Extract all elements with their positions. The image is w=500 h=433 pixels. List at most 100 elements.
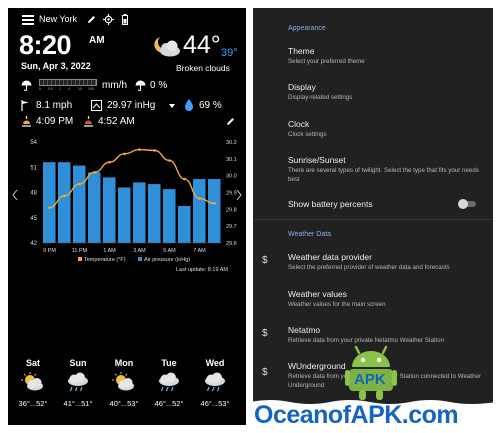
- temperature-point: [138, 148, 141, 151]
- temperature-point: [48, 206, 51, 209]
- forecast-day-wed: Wed: [205, 358, 225, 368]
- forecast-day-tue: Tue: [161, 358, 177, 368]
- last-update: Last update: 8:19 AM: [176, 267, 228, 273]
- pressure-bar: [208, 179, 221, 243]
- x-tick-label: 11 PM: [72, 248, 88, 254]
- location-label[interactable]: New York: [39, 14, 77, 24]
- setting-provider-title: Weather data provider: [288, 252, 372, 262]
- forecast-day-sat: Sat: [25, 358, 40, 368]
- legend-swatch-pressure: [138, 257, 142, 261]
- y-left-tick: 45: [30, 216, 37, 222]
- forecast-temps: 40°...53°: [109, 399, 139, 408]
- humidity-icon: [185, 99, 193, 111]
- precip-scale: 0 0.5 1 4 10 100: [39, 79, 97, 93]
- setting-netatmo-sub: Retrieve data from your private Netatmo …: [288, 337, 445, 344]
- section-divider: [253, 219, 493, 220]
- precip-scale-4: 10: [78, 87, 82, 91]
- partly-sunny-icon: [112, 372, 134, 391]
- clock-time: 8:20: [19, 30, 72, 60]
- legend-swatch-temperature: [78, 257, 82, 261]
- rain-chance-icon: [135, 80, 146, 91]
- y-right-tick: 30.2: [226, 140, 237, 146]
- setting-clock-sub: Clock settings: [288, 131, 327, 138]
- y-right-tick: 30.0: [226, 174, 237, 180]
- umbrella-icon: [21, 80, 32, 91]
- weather-app-panel: New York 8:20 AM Sun, Apr 3, 2022 44° 39…: [8, 8, 246, 425]
- dollar-icon: $: [262, 328, 268, 339]
- setting-wunderground-title: WUnderground: [288, 361, 346, 371]
- temperature-point: [123, 152, 126, 156]
- y-right-tick: 29.9: [226, 191, 237, 197]
- legend-label-temperature: Temperature (°F): [84, 257, 126, 263]
- setting-sunrise-sunset-title: Sunrise/Sunset: [288, 155, 346, 165]
- temperature-point: [168, 159, 171, 162]
- y-right-tick: 29.6: [226, 241, 237, 247]
- pressure-bar: [163, 189, 176, 243]
- pressure-bar: [148, 184, 161, 243]
- y-left-tick: 51: [30, 165, 37, 171]
- x-tick-label: 1 AM: [103, 248, 116, 254]
- x-tick-label: 3 AM: [133, 248, 146, 254]
- precip-scale-1: 0.5: [48, 87, 53, 91]
- hourly-chart[interactable]: 42 45 48 51 54 29.6 29.7 29.8 29.9 30.0 30.1 30.2 9 …: [8, 132, 246, 278]
- x-tick-label: 5 AM: [163, 248, 176, 254]
- forecast-strip: Sat 36°...52° Sun 41°...51° Mon 40°...53° Tue 4…: [8, 358, 246, 418]
- chart-next-arrow: [236, 189, 242, 201]
- temperature[interactable]: 44°: [183, 31, 221, 60]
- setting-battery-title: Show battery percents: [288, 199, 373, 209]
- wind-icon: [21, 100, 29, 111]
- gps-icon[interactable]: [103, 14, 114, 25]
- pressure: 29.97 inHg: [107, 100, 156, 111]
- y-right-tick: 30.1: [226, 157, 237, 163]
- forecast-temps: 46°...52°: [154, 399, 184, 408]
- setting-values-sub: Weather values for the main screen: [288, 301, 386, 308]
- pressure-bar: [43, 162, 56, 243]
- wind-speed: 8.1 mph: [36, 100, 73, 111]
- edit-location-icon[interactable]: [87, 15, 96, 24]
- temperature-point: [213, 202, 216, 205]
- apk-badge: APK: [354, 371, 386, 388]
- feels-like: 39°: [221, 47, 238, 59]
- forecast-temps: 36°...52°: [18, 399, 48, 408]
- y-left-tick: 42: [30, 241, 37, 247]
- cloud-rain-icon: [159, 372, 179, 392]
- precip-scale-2: 1: [59, 87, 61, 91]
- pressure-bar: [133, 182, 146, 243]
- precip-scale-5: 100: [88, 87, 94, 91]
- moon-cloud-icon: [154, 37, 180, 57]
- x-tick-label: 9 PM: [43, 248, 56, 254]
- clock-ampm: AM: [89, 35, 105, 46]
- forecast-day-mon: Mon: [114, 358, 134, 368]
- battery-toggle[interactable]: [458, 199, 476, 209]
- temperature-point: [108, 160, 111, 164]
- top-bar: New York: [8, 13, 246, 27]
- watermark-text: OceanofAPK.com: [254, 401, 459, 429]
- precip-scale-0: 0: [39, 87, 41, 91]
- pressure-bar: [193, 179, 206, 243]
- dollar-icon: $: [262, 367, 268, 378]
- clock[interactable]: 8:20 AM: [19, 30, 105, 62]
- edit-icon[interactable]: [226, 117, 235, 126]
- battery-icon: [122, 14, 128, 25]
- setting-sunrise-sunset-sub: There are several types of twilight. Sel…: [288, 167, 479, 183]
- pressure-bar: [103, 177, 116, 243]
- apk-logo: APK: [345, 345, 397, 401]
- precip-unit: mm/h: [102, 80, 127, 91]
- chart-prev-arrow: [12, 189, 18, 201]
- cloud-rain-icon: [68, 372, 88, 392]
- pressure-bar: [178, 205, 191, 243]
- setting-values-title: Weather values: [288, 289, 347, 299]
- setting-clock-title: Clock: [288, 119, 310, 129]
- temperature-point: [153, 149, 156, 152]
- menu-icon[interactable]: [22, 15, 34, 25]
- pressure-bar: [58, 162, 71, 243]
- forecast-temps: 41°...51°: [63, 399, 93, 408]
- y-right-tick: 29.8: [226, 207, 237, 213]
- condition: Broken clouds: [176, 63, 230, 73]
- setting-provider-sub: Select the preferred provider of weather…: [288, 264, 450, 271]
- y-right-tick: 29.7: [226, 224, 237, 230]
- sunrise-time: 4:09 PM: [36, 116, 74, 127]
- forecast-temps: 46°...53°: [200, 399, 230, 408]
- date-label: Sun, Apr 3, 2022: [21, 61, 91, 71]
- section-weather-data: Weather Data: [288, 231, 332, 238]
